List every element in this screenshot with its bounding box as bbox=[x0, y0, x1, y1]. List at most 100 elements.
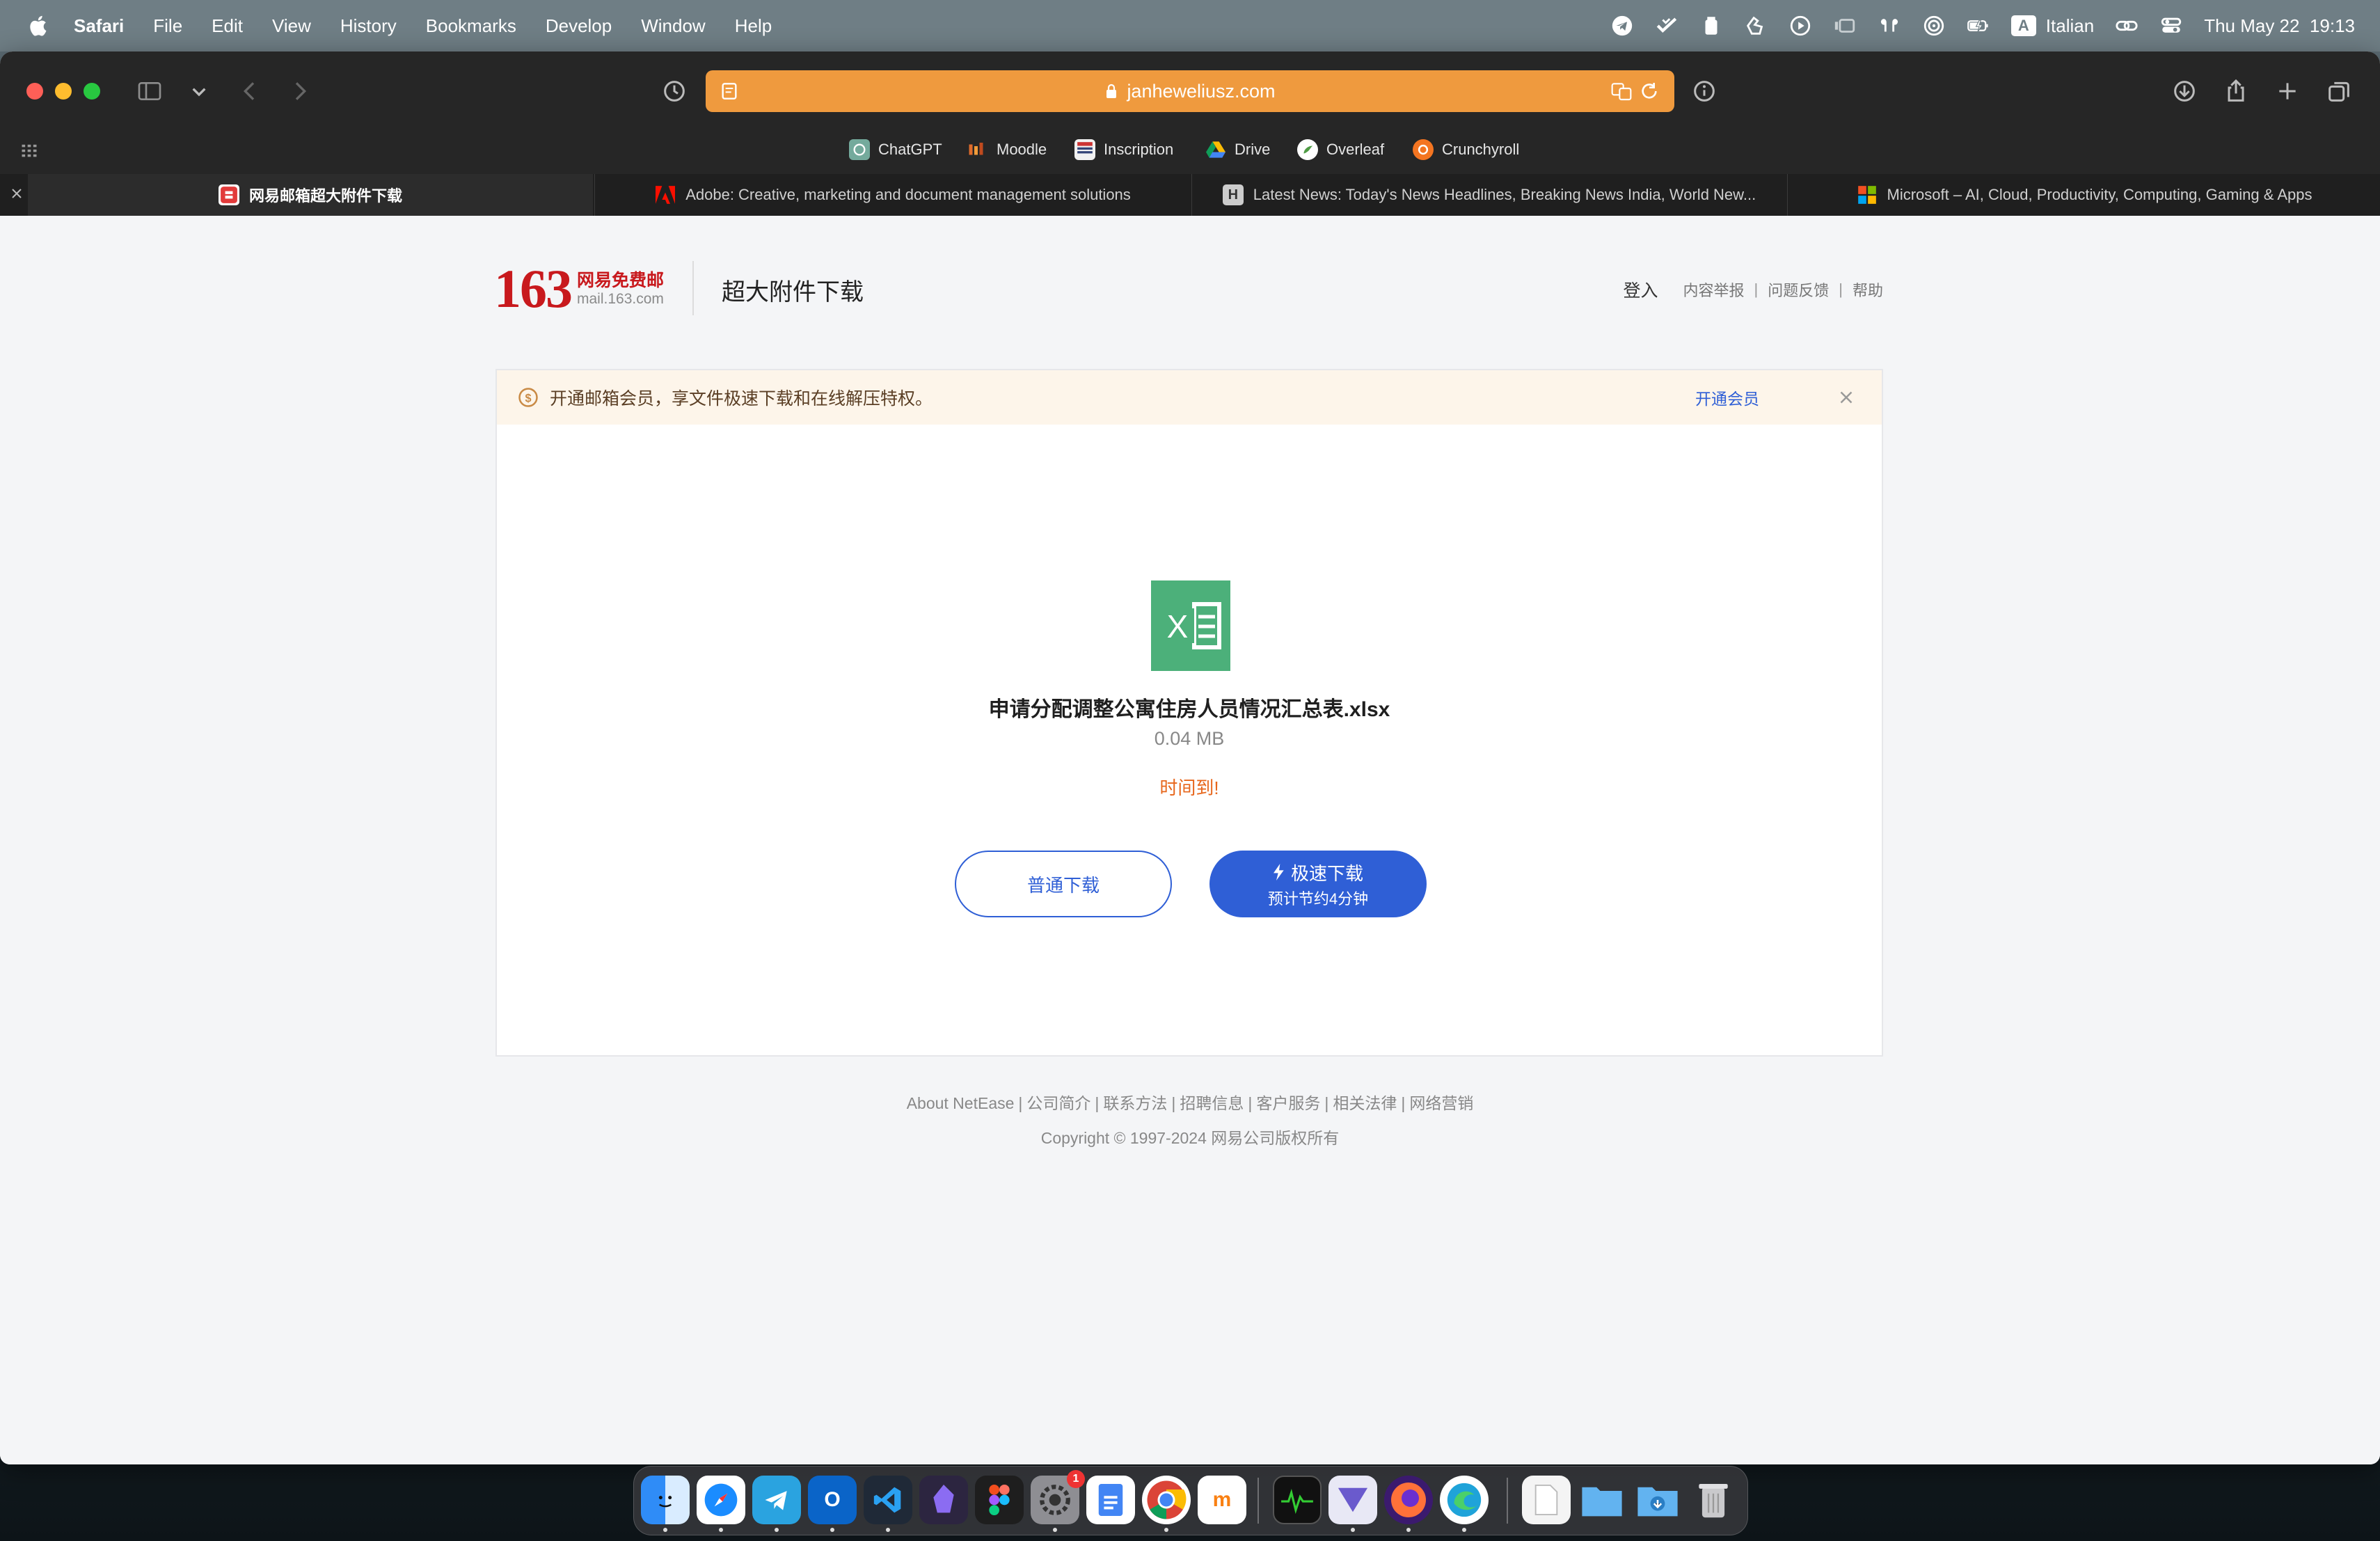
menu-history[interactable]: History bbox=[340, 15, 397, 37]
telegram-status-icon[interactable] bbox=[1610, 14, 1634, 38]
footer-link-marketing[interactable]: 网络营销 bbox=[1409, 1094, 1473, 1112]
downloads-icon[interactable] bbox=[2168, 75, 2200, 107]
outlook-icon[interactable]: O bbox=[808, 1476, 857, 1524]
help-link[interactable]: 帮助 bbox=[1853, 278, 1883, 301]
menu-view[interactable]: View bbox=[272, 15, 311, 37]
downloads-folder-icon[interactable] bbox=[1633, 1476, 1682, 1524]
menu-file[interactable]: File bbox=[153, 15, 182, 37]
new-tab-plus-icon[interactable] bbox=[2271, 75, 2303, 107]
favorite-moodle[interactable]: Moodle bbox=[967, 139, 1047, 160]
favorite-crunchyroll[interactable]: Crunchyroll bbox=[1413, 139, 1519, 160]
trash-icon[interactable] bbox=[1689, 1476, 1738, 1524]
activity-monitor-icon[interactable] bbox=[1273, 1476, 1322, 1524]
menu-help[interactable]: Help bbox=[735, 15, 772, 37]
history-clock-icon[interactable] bbox=[658, 75, 690, 107]
vectorize-icon[interactable] bbox=[1328, 1476, 1377, 1524]
tab-news[interactable]: H Latest News: Today's News Headlines, B… bbox=[1191, 174, 1786, 216]
notification-badge: 1 bbox=[1067, 1470, 1085, 1488]
favorite-drive[interactable]: Drive bbox=[1205, 139, 1270, 160]
edge-icon[interactable] bbox=[1440, 1476, 1489, 1524]
apple-menu-icon[interactable] bbox=[28, 14, 49, 38]
chevron-down-icon[interactable] bbox=[183, 75, 215, 107]
fast-download-button[interactable]: 极速下载 预计节约4分钟 bbox=[1209, 851, 1427, 917]
report-link[interactable]: 内容举报 bbox=[1683, 278, 1745, 301]
obsidian-icon[interactable] bbox=[919, 1476, 968, 1524]
finder-icon[interactable] bbox=[641, 1476, 690, 1524]
battery-icon[interactable] bbox=[1967, 14, 1990, 38]
sidebar-toggle-icon[interactable] bbox=[134, 75, 166, 107]
favorite-inscription[interactable]: Inscription bbox=[1074, 139, 1173, 160]
airpods-icon[interactable] bbox=[1878, 14, 1901, 38]
netease-icon bbox=[218, 184, 239, 205]
stage-manager-icon[interactable] bbox=[1833, 14, 1857, 38]
reader-page-icon[interactable] bbox=[718, 80, 740, 102]
moodle-app-icon[interactable]: m bbox=[1198, 1476, 1246, 1524]
url-bar[interactable]: janheweliusz.com bbox=[706, 70, 1674, 112]
google-docs-icon[interactable] bbox=[1086, 1476, 1135, 1524]
translate-icon[interactable] bbox=[1610, 80, 1633, 102]
footer-link-legal[interactable]: 相关法律 bbox=[1333, 1094, 1397, 1112]
forward-button-icon[interactable] bbox=[284, 75, 316, 107]
back-button-icon[interactable] bbox=[234, 75, 266, 107]
chrome-icon[interactable] bbox=[1142, 1476, 1191, 1524]
document-file-icon[interactable] bbox=[1522, 1476, 1571, 1524]
menu-edit[interactable]: Edit bbox=[212, 15, 243, 37]
fast-download-subtitle: 预计节约4分钟 bbox=[1267, 890, 1369, 908]
normal-download-button[interactable]: 普通下载 bbox=[955, 851, 1172, 917]
favorite-label: Overleaf bbox=[1326, 141, 1385, 158]
dock: O 1 m bbox=[633, 1466, 1748, 1535]
zoom-window-button[interactable] bbox=[84, 83, 100, 100]
safari-icon[interactable] bbox=[697, 1476, 745, 1524]
favorite-label: Crunchyroll bbox=[1442, 141, 1520, 158]
close-tab-icon[interactable] bbox=[8, 185, 25, 206]
play-status-icon[interactable] bbox=[1788, 14, 1812, 38]
system-settings-icon[interactable]: 1 bbox=[1031, 1470, 1085, 1524]
netease-logo[interactable]: 163 网易免费邮 mail.163.com bbox=[494, 258, 664, 320]
login-link[interactable]: 登入 bbox=[1624, 277, 1658, 302]
share-icon[interactable] bbox=[2220, 75, 2252, 107]
menubar-clock[interactable]: Thu May 22 19:13 bbox=[2204, 15, 2355, 37]
tab-netease[interactable]: 网易邮箱超大附件下载 bbox=[28, 174, 593, 216]
tab-microsoft[interactable]: Microsoft – AI, Cloud, Productivity, Com… bbox=[1787, 174, 2380, 216]
figma-icon[interactable] bbox=[975, 1476, 1024, 1524]
minimize-window-button[interactable] bbox=[55, 83, 72, 100]
favorite-overleaf[interactable]: Overleaf bbox=[1297, 139, 1384, 160]
tab-label: Microsoft – AI, Cloud, Productivity, Com… bbox=[1887, 186, 2312, 203]
footer-link-service[interactable]: 客户服务 bbox=[1256, 1094, 1320, 1112]
footer-link-contact[interactable]: 联系方法 bbox=[1103, 1094, 1167, 1112]
reload-icon[interactable] bbox=[1638, 80, 1660, 102]
browser-toolbar: janheweliusz.com bbox=[0, 52, 2380, 128]
battery-app-status-icon[interactable] bbox=[1699, 14, 1723, 38]
lightning-icon bbox=[1273, 864, 1284, 880]
menu-bookmarks[interactable]: Bookmarks bbox=[426, 15, 516, 37]
feedback-link[interactable]: 问题反馈 bbox=[1768, 278, 1829, 301]
checkmark-status-icon[interactable] bbox=[1655, 14, 1679, 38]
footer-link-about[interactable]: About NetEase bbox=[907, 1094, 1015, 1112]
tab-adobe[interactable]: Adobe: Creative, marketing and document … bbox=[594, 174, 1191, 216]
join-membership-link[interactable]: 开通会员 bbox=[1695, 386, 1759, 409]
close-window-button[interactable] bbox=[26, 83, 43, 100]
close-banner-icon[interactable] bbox=[1836, 387, 1857, 408]
tab-overview-icon[interactable] bbox=[2323, 75, 2355, 107]
firefox-icon[interactable] bbox=[1384, 1476, 1433, 1524]
airdrop-icon[interactable] bbox=[1922, 14, 1946, 38]
info-icon[interactable] bbox=[1688, 75, 1720, 107]
favorite-chatgpt[interactable]: ChatGPT bbox=[849, 139, 942, 160]
folder-icon[interactable] bbox=[1578, 1476, 1626, 1524]
link-status-icon[interactable] bbox=[2115, 14, 2139, 38]
link-separator: | bbox=[1248, 1094, 1253, 1112]
h-icon: H bbox=[1222, 184, 1244, 205]
menu-develop[interactable]: Develop bbox=[546, 15, 612, 37]
footer-link-company[interactable]: 公司简介 bbox=[1026, 1094, 1090, 1112]
menu-app-name[interactable]: Safari bbox=[74, 15, 124, 37]
telegram-icon[interactable] bbox=[752, 1476, 801, 1524]
menu-window[interactable]: Window bbox=[641, 15, 705, 37]
grid-apps-icon[interactable] bbox=[19, 141, 39, 164]
footer-link-jobs[interactable]: 招聘信息 bbox=[1180, 1094, 1244, 1112]
hand-status-icon[interactable] bbox=[1744, 14, 1768, 38]
banner-text: 开通邮箱会员，享文件极速下载和在线解压特权。 bbox=[550, 389, 933, 409]
favorite-label: Inscription bbox=[1104, 141, 1174, 158]
control-center-icon[interactable] bbox=[2159, 14, 2183, 38]
input-source-menu[interactable]: A Italian bbox=[2010, 15, 2094, 37]
vscode-icon[interactable] bbox=[864, 1476, 912, 1524]
